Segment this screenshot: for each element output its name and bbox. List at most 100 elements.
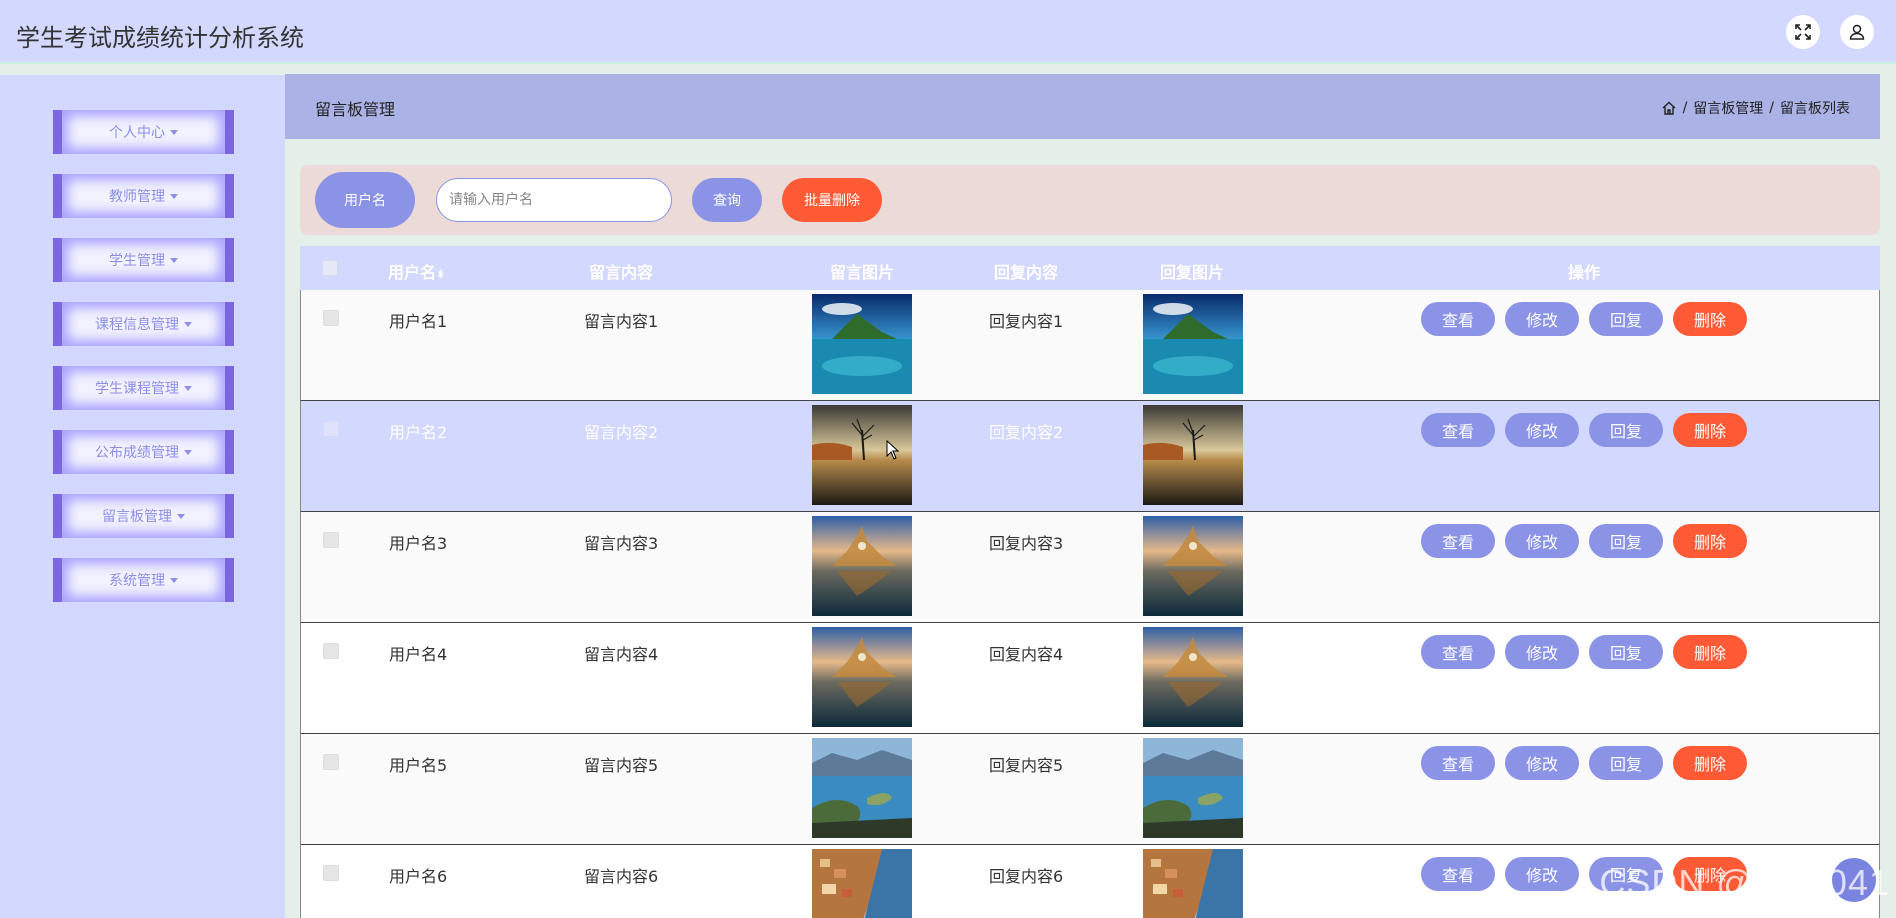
edit-button[interactable]: 修改 [1505, 857, 1579, 891]
view-button[interactable]: 查看 [1421, 857, 1495, 891]
row-checkbox[interactable] [323, 421, 339, 437]
column-header-reply: 回复内容 [994, 263, 1059, 282]
breadcrumb: / 留言板管理 / 留言板列表 [1661, 98, 1850, 118]
content-cell: 留言内容1 [584, 312, 659, 331]
row-checkbox[interactable] [323, 643, 339, 659]
message-image[interactable] [812, 294, 912, 394]
reply-image[interactable] [1143, 849, 1243, 918]
watermark: CSDN @CK3041 [1599, 862, 1890, 903]
select-all-checkbox[interactable] [322, 260, 338, 276]
table-row: 用户名4 留言内容4 回复内容4 查看 修改 回复 删除 [300, 623, 1880, 734]
delete-button[interactable]: 删除 [1673, 302, 1747, 336]
username-search-input[interactable] [436, 178, 672, 222]
reply-cell: 回复内容1 [989, 312, 1064, 331]
reply-cell: 回复内容5 [989, 756, 1064, 775]
reply-button[interactable]: 回复 [1589, 635, 1663, 669]
reply-image[interactable] [1143, 405, 1243, 505]
content-cell: 留言内容2 [584, 423, 659, 442]
breadcrumb-item[interactable]: 留言板管理 [1693, 98, 1763, 118]
delete-button[interactable]: 删除 [1673, 635, 1747, 669]
caret-down-icon [170, 129, 178, 135]
content-cell: 留言内容4 [584, 645, 659, 664]
edit-button[interactable]: 修改 [1505, 635, 1579, 669]
username-cell: 用户名2 [389, 423, 448, 442]
sidebar-item-label: 教师管理 [109, 189, 165, 205]
reply-button[interactable]: 回复 [1589, 524, 1663, 558]
view-button[interactable]: 查看 [1421, 746, 1495, 780]
batch-delete-button[interactable]: 批量删除 [782, 178, 882, 222]
table-row: 用户名5 留言内容5 回复内容5 查看 修改 回复 删除 [300, 734, 1880, 845]
sidebar: 个人中心 教师管理 学生管理 课程信息管理 学生课程管理 公布成绩管理 留言板管… [0, 75, 285, 918]
page-header: 留言板管理 / 留言板管理 / 留言板列表 [285, 74, 1880, 139]
message-table: 用户名⬍ 留言内容 留言图片 回复内容 回复图片 操作 用户名1 留言内容1 回… [300, 246, 1880, 918]
edit-button[interactable]: 修改 [1505, 524, 1579, 558]
breadcrumb-item-current: 留言板列表 [1780, 101, 1850, 117]
fullscreen-icon[interactable] [1786, 15, 1820, 49]
message-image[interactable] [812, 627, 912, 727]
sidebar-item-label: 学生管理 [109, 253, 165, 269]
row-checkbox[interactable] [323, 865, 339, 881]
caret-down-icon [184, 385, 192, 391]
user-icon[interactable] [1840, 15, 1874, 49]
username-cell: 用户名3 [389, 534, 448, 553]
top-bar: 学生考试成绩统计分析系统 [0, 0, 1896, 64]
delete-button[interactable]: 删除 [1673, 413, 1747, 447]
caret-down-icon [184, 449, 192, 455]
sidebar-item-teachers[interactable]: 教师管理 [53, 174, 234, 218]
message-image[interactable] [812, 738, 912, 838]
row-checkbox[interactable] [323, 310, 339, 326]
content-cell: 留言内容6 [584, 867, 659, 886]
reply-cell: 回复内容6 [989, 867, 1064, 886]
view-button[interactable]: 查看 [1421, 302, 1495, 336]
sidebar-item-student-courses[interactable]: 学生课程管理 [53, 366, 234, 410]
table-row: 用户名3 留言内容3 回复内容3 查看 修改 回复 删除 [300, 512, 1880, 623]
mouse-cursor-icon [886, 440, 900, 460]
sidebar-item-system[interactable]: 系统管理 [53, 558, 234, 602]
edit-button[interactable]: 修改 [1505, 746, 1579, 780]
caret-down-icon [170, 257, 178, 263]
message-image[interactable] [812, 849, 912, 918]
column-header-actions: 操作 [1568, 263, 1601, 282]
sidebar-item-students[interactable]: 学生管理 [53, 238, 234, 282]
reply-button[interactable]: 回复 [1589, 413, 1663, 447]
view-button[interactable]: 查看 [1421, 635, 1495, 669]
sidebar-item-label: 个人中心 [109, 125, 165, 141]
search-bar: 用户名 查询 批量删除 [300, 165, 1880, 235]
reply-cell: 回复内容3 [989, 534, 1064, 553]
view-button[interactable]: 查看 [1421, 413, 1495, 447]
home-icon[interactable] [1661, 100, 1677, 116]
delete-button[interactable]: 删除 [1673, 746, 1747, 780]
reply-image[interactable] [1143, 738, 1243, 838]
message-image[interactable] [812, 516, 912, 616]
edit-button[interactable]: 修改 [1505, 413, 1579, 447]
delete-button[interactable]: 删除 [1673, 524, 1747, 558]
reply-image[interactable] [1143, 516, 1243, 616]
username-cell: 用户名1 [389, 312, 448, 331]
table-row: 用户名1 留言内容1 回复内容1 查看 修改 回复 删除 [300, 290, 1880, 401]
username-cell: 用户名4 [389, 645, 448, 664]
query-button[interactable]: 查询 [692, 178, 762, 222]
content-cell: 留言内容3 [584, 534, 659, 553]
app-title: 学生考试成绩统计分析系统 [16, 24, 304, 52]
reply-button[interactable]: 回复 [1589, 302, 1663, 336]
username-label: 用户名 [315, 172, 415, 228]
username-cell: 用户名5 [389, 756, 448, 775]
reply-button[interactable]: 回复 [1589, 746, 1663, 780]
view-button[interactable]: 查看 [1421, 524, 1495, 558]
sidebar-item-label: 系统管理 [109, 573, 165, 589]
row-checkbox[interactable] [323, 754, 339, 770]
row-checkbox[interactable] [323, 532, 339, 548]
sidebar-item-message-board[interactable]: 留言板管理 [53, 494, 234, 538]
table-header: 用户名⬍ 留言内容 留言图片 回复内容 回复图片 操作 [300, 246, 1880, 290]
table-row: 用户名2 留言内容2 回复内容2 查看 修改 回复 删除 [300, 401, 1880, 512]
sidebar-item-grades[interactable]: 公布成绩管理 [53, 430, 234, 474]
reply-image[interactable] [1143, 294, 1243, 394]
edit-button[interactable]: 修改 [1505, 302, 1579, 336]
reply-image[interactable] [1143, 627, 1243, 727]
sidebar-item-label: 留言板管理 [102, 509, 172, 525]
content-cell: 留言内容5 [584, 756, 659, 775]
sidebar-item-personal-center[interactable]: 个人中心 [53, 110, 234, 154]
sidebar-item-course-info[interactable]: 课程信息管理 [53, 302, 234, 346]
column-header-username[interactable]: 用户名⬍ [388, 259, 445, 283]
sort-icon[interactable]: ⬍ [436, 268, 445, 281]
